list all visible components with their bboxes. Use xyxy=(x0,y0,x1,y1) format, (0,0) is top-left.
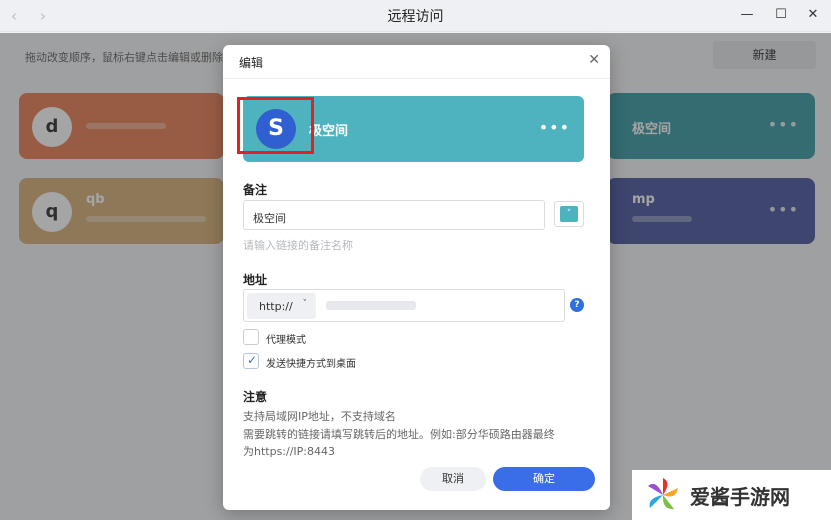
pinwheel-logo-icon xyxy=(648,478,678,510)
protocol-value: http:// xyxy=(259,300,293,313)
close-window-icon[interactable]: ✕ xyxy=(804,6,822,24)
notice-line: 需要跳转的链接请填写跳转后的地址。例如:部分华硕路由器最终 xyxy=(243,428,555,441)
proxy-mode-label: 代理模式 xyxy=(266,335,306,346)
address-label: 地址 xyxy=(243,273,268,287)
window-titlebar: ‹ › 远程访问 — ☐ ✕ xyxy=(0,0,831,32)
maximize-icon[interactable]: ☐ xyxy=(772,6,790,24)
notice-line: 支持局域网IP地址，不支持域名 xyxy=(243,410,396,423)
watermark-text: 爱酱手游网 xyxy=(690,485,790,509)
remark-input[interactable]: 极空间 xyxy=(243,200,545,230)
watermark: 爱酱手游网 xyxy=(632,470,831,520)
remark-value: 极空间 xyxy=(253,212,286,225)
edit-dialog: 编辑 ✕ S 极空间 ••• 备注 极空间 ˅ 请输入链接的备注名称 地址 ht… xyxy=(223,45,610,510)
preview-name: 极空间 xyxy=(309,124,349,139)
minimize-icon[interactable]: — xyxy=(738,6,756,24)
protocol-select[interactable]: http:// ˅ xyxy=(247,293,316,319)
proxy-mode-checkbox[interactable] xyxy=(243,329,259,345)
dialog-header: 编辑 ✕ xyxy=(223,45,610,79)
more-icon[interactable]: ••• xyxy=(539,118,570,137)
window-title: 远程访问 xyxy=(387,9,444,25)
remark-help: 请输入链接的备注名称 xyxy=(243,239,353,252)
chevron-down-icon: ˅ xyxy=(302,299,308,309)
desktop-shortcut-checkbox[interactable]: ✓ xyxy=(243,353,259,369)
cancel-button[interactable]: 取消 xyxy=(420,467,486,491)
chevron-down-icon: ˅ xyxy=(560,206,578,222)
notice-line: 为https://IP:8443 xyxy=(243,445,336,458)
check-icon: ✓ xyxy=(247,353,258,367)
notice-label: 注意 xyxy=(243,390,268,404)
confirm-button[interactable]: 确定 xyxy=(493,467,595,491)
desktop-shortcut-label: 发送快捷方式到桌面 xyxy=(266,359,356,370)
remark-label: 备注 xyxy=(243,183,268,197)
color-picker-button[interactable]: ˅ xyxy=(554,201,584,227)
highlight-box xyxy=(237,97,314,154)
dialog-title: 编辑 xyxy=(239,56,264,70)
blurred-address xyxy=(326,301,416,310)
close-icon[interactable]: ✕ xyxy=(588,52,600,68)
help-icon[interactable]: ? xyxy=(570,298,584,312)
